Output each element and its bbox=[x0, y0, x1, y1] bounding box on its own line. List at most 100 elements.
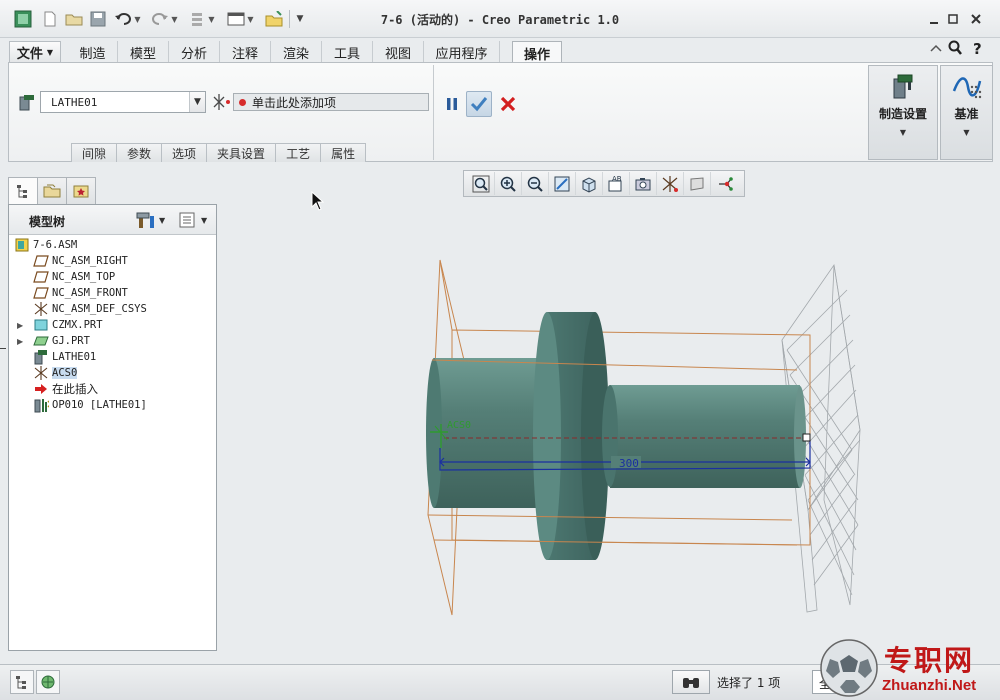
navtab-model-tree[interactable] bbox=[8, 177, 38, 205]
navigator-tabs bbox=[8, 177, 96, 205]
nc-sequence-dashboard: LATHE01 ▼ 单击此处添加项 间隙 参数 选项 夹具设置 工艺 属性 bbox=[9, 63, 434, 162]
maximize-icon[interactable] bbox=[944, 11, 962, 27]
chevron-down-icon[interactable]: ▼ bbox=[189, 92, 205, 112]
close-icon[interactable] bbox=[967, 11, 985, 27]
tree-item-label: CZMX.PRT bbox=[52, 319, 103, 331]
tree-item-label: NC_ASM_TOP bbox=[52, 271, 116, 283]
graphics-window[interactable]: ACS0 300 bbox=[222, 200, 1000, 660]
tree-item-selected[interactable]: ACS0 bbox=[33, 365, 78, 381]
tree-item-label: ACS0 bbox=[52, 367, 78, 379]
tree-item-label: OP010 [LATHE01] bbox=[52, 399, 147, 411]
subtab-options[interactable]: 选项 bbox=[161, 143, 208, 162]
annotation-display-button[interactable] bbox=[684, 172, 711, 195]
expand-icon[interactable]: ▶ bbox=[17, 321, 27, 330]
csys-icon bbox=[212, 93, 232, 114]
repaint-button[interactable] bbox=[549, 172, 576, 195]
toggle-navigator-button[interactable] bbox=[10, 670, 34, 694]
subtab-properties[interactable]: 属性 bbox=[320, 143, 367, 162]
tab-view[interactable]: 视图 bbox=[373, 41, 424, 63]
subtab-process[interactable]: 工艺 bbox=[275, 143, 322, 162]
minimize-icon[interactable] bbox=[925, 11, 943, 27]
tab-label: 操作 bbox=[523, 47, 550, 63]
subtab-fixture-setup[interactable]: 夹具设置 bbox=[206, 143, 277, 162]
subtab-clearance[interactable]: 间隙 bbox=[71, 143, 118, 162]
refit-button[interactable] bbox=[468, 172, 495, 195]
datum-label: 基准 bbox=[954, 107, 979, 121]
ribbon-tab-row: 文件 ▼ 制造 模型 分析 注释 渲染 工具 视图 应用程序 操作 ? bbox=[0, 38, 1000, 64]
tree-item[interactable]: 7-6.ASM bbox=[14, 237, 77, 253]
pause-icon bbox=[447, 98, 457, 110]
tree-item[interactable]: NC_ASM_FRONT bbox=[33, 285, 128, 301]
tree-item[interactable]: ▶ CZMX.PRT bbox=[17, 317, 103, 333]
subtab-parameters[interactable]: 参数 bbox=[116, 143, 163, 162]
tab-annotate[interactable]: 注释 bbox=[220, 41, 271, 63]
part-icon bbox=[33, 318, 49, 332]
folder-icon bbox=[43, 184, 61, 198]
svg-text:AB: AB bbox=[612, 175, 622, 183]
model-tree-icon bbox=[17, 185, 27, 198]
cancel-button[interactable] bbox=[495, 91, 521, 117]
tree-item[interactable]: NC_ASM_RIGHT bbox=[33, 253, 128, 269]
tab-label: 应用程序 bbox=[435, 46, 488, 62]
tab-model[interactable]: 模型 bbox=[118, 41, 169, 63]
pause-button[interactable] bbox=[439, 91, 465, 117]
tab-manufacture[interactable]: 制造 bbox=[68, 41, 118, 63]
subtab-label: 属性 bbox=[331, 146, 356, 161]
tree-item[interactable]: LATHE01 bbox=[33, 349, 96, 365]
hammer-icon bbox=[136, 212, 154, 228]
camera-icon bbox=[635, 177, 651, 190]
tab-render[interactable]: 渲染 bbox=[271, 41, 322, 63]
find-button[interactable] bbox=[672, 670, 710, 694]
expand-icon[interactable]: ▶ bbox=[17, 337, 27, 346]
help-icon[interactable]: ? bbox=[970, 40, 986, 56]
tab-operations[interactable]: 操作 bbox=[512, 41, 562, 64]
zoom-out-button[interactable] bbox=[522, 172, 549, 195]
tab-analysis[interactable]: 分析 bbox=[169, 41, 220, 63]
workcenter-select[interactable]: LATHE01 ▼ bbox=[40, 91, 206, 113]
navtab-folder-browser[interactable] bbox=[37, 177, 67, 205]
tree-item[interactable]: OP010 [LATHE01] bbox=[33, 397, 147, 413]
tree-item-label: GJ.PRT bbox=[52, 335, 90, 347]
saved-views-button[interactable]: AB bbox=[603, 172, 630, 195]
spin-center-button[interactable] bbox=[711, 172, 738, 195]
edge-marker bbox=[0, 348, 6, 349]
mfg-setup-group-button[interactable]: 制造设置 ▼ bbox=[868, 65, 938, 160]
csys-label: ACS0 bbox=[447, 420, 471, 431]
tree-settings-button[interactable]: ▼ bbox=[136, 211, 165, 229]
tree-item[interactable]: ▶ GJ.PRT bbox=[17, 333, 90, 349]
tree-item-label: 7-6.ASM bbox=[33, 239, 78, 251]
zoom-in-button[interactable] bbox=[495, 172, 522, 195]
csys-display-icon bbox=[662, 175, 678, 192]
tree-item[interactable]: 在此插入 bbox=[33, 381, 98, 397]
reference-collector[interactable]: 单击此处添加项 bbox=[233, 93, 429, 111]
show-columns-button[interactable]: ▼ bbox=[179, 211, 207, 229]
tree-item-label: NC_ASM_RIGHT bbox=[52, 255, 128, 267]
workpiece-icon bbox=[33, 334, 49, 348]
close-icon bbox=[500, 96, 516, 112]
ok-button[interactable] bbox=[466, 91, 492, 117]
datum-group-button[interactable]: 基准 ▼ bbox=[940, 65, 993, 160]
tree-item[interactable]: NC_ASM_DEF_CSYS bbox=[33, 301, 147, 317]
display-style-button[interactable] bbox=[576, 172, 603, 195]
watermark-logo: 专职网 Zhuanzhi.Net bbox=[818, 635, 1000, 700]
toggle-browser-button[interactable] bbox=[36, 670, 60, 694]
datum-display-button[interactable] bbox=[657, 172, 684, 195]
tab-tools[interactable]: 工具 bbox=[322, 41, 373, 63]
subtab-label: 选项 bbox=[172, 146, 197, 161]
model-tree-panel: 模型树 ▼ ▼ 7-6.ASM NC_ASM_RIGHT NC_ASM_TOP … bbox=[8, 204, 217, 651]
tree-item-label: LATHE01 bbox=[52, 351, 97, 363]
tab-label: 制造 bbox=[79, 46, 106, 62]
navtab-favorites[interactable] bbox=[66, 177, 96, 205]
lathe-icon bbox=[33, 350, 49, 365]
flange-disc bbox=[533, 312, 609, 560]
view-manager-button[interactable] bbox=[630, 172, 657, 195]
chevron-down-icon: ▼ bbox=[963, 128, 970, 137]
subtab-label: 夹具设置 bbox=[217, 146, 266, 161]
collapse-ribbon-icon[interactable] bbox=[928, 40, 944, 56]
ribbon-panel: LATHE01 ▼ 单击此处添加项 间隙 参数 选项 夹具设置 工艺 属性 制造… bbox=[8, 62, 993, 162]
tab-applications[interactable]: 应用程序 bbox=[424, 41, 500, 63]
tab-file[interactable]: 文件 ▼ bbox=[9, 41, 61, 63]
tab-label: 视图 bbox=[384, 46, 411, 62]
search-icon[interactable] bbox=[947, 40, 963, 56]
tree-item[interactable]: NC_ASM_TOP bbox=[33, 269, 115, 285]
